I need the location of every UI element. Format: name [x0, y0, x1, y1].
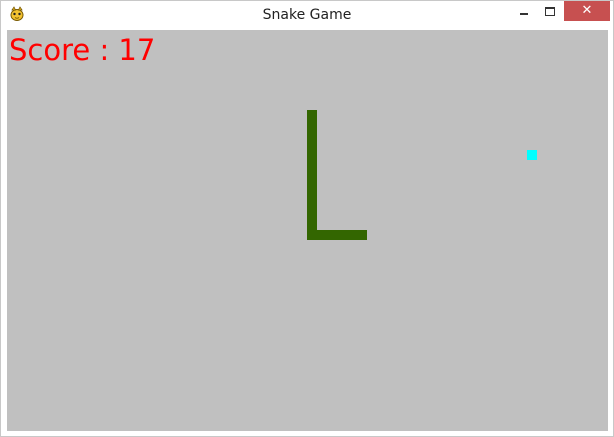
- food-pellet: [527, 150, 537, 160]
- title-bar[interactable]: Snake Game ✕: [1, 1, 613, 29]
- close-button[interactable]: ✕: [564, 1, 610, 21]
- maximize-icon: [545, 6, 555, 16]
- game-window: Snake Game ✕ Score : 17: [0, 0, 614, 437]
- close-icon: ✕: [581, 3, 593, 18]
- maximize-button[interactable]: [537, 1, 563, 21]
- minimize-icon: [520, 13, 528, 15]
- snake-body-vertical: [307, 110, 317, 240]
- snake-body-horizontal: [307, 230, 367, 240]
- game-canvas[interactable]: Score : 17: [7, 30, 608, 431]
- score-label: Score : 17: [9, 33, 156, 67]
- minimize-button[interactable]: [511, 1, 537, 21]
